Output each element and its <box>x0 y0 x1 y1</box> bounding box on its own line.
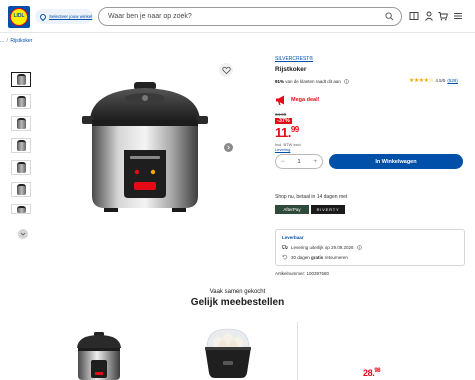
current-price: 11.99 <box>275 125 299 140</box>
vat-info: Incl. BTW excl. Levering <box>275 142 302 152</box>
breadcrumb-current[interactable]: Rijstkoker <box>10 38 32 44</box>
return-suffix: retourneren <box>324 254 348 260</box>
search-input[interactable]: Waar ben je naar op zoek? <box>98 7 402 26</box>
delivery-cost-link[interactable]: Levering <box>275 147 302 152</box>
thumbnail-scroll-down-button[interactable] <box>18 229 28 239</box>
discount-badge: -37% <box>275 118 292 124</box>
info-icon[interactable] <box>344 79 349 85</box>
menu-icon[interactable] <box>453 11 463 21</box>
related-product-egg-cooker-image[interactable] <box>201 323 255 380</box>
product-image[interactable] <box>82 78 208 218</box>
logo-text: LIDL <box>13 13 25 19</box>
account-icon[interactable] <box>424 11 434 21</box>
favorite-button[interactable] <box>219 63 233 77</box>
lidl-logo[interactable]: LIDL <box>8 6 30 28</box>
recommend-pct: 91% <box>275 79 285 84</box>
rating[interactable]: ★★★★☆ 4.5/5 (528) <box>409 77 458 84</box>
order-together-title: Gelijk meebestellen <box>190 297 285 308</box>
quantity-value[interactable]: 1 <box>297 159 300 165</box>
decrease-quantity-button[interactable]: − <box>281 159 285 165</box>
info-icon[interactable] <box>356 244 362 250</box>
riverty-logo: RIVERTY <box>311 205 345 214</box>
return-policy: 30 dagen gratis retourneren <box>282 254 348 260</box>
delivery-date-text: Levering uiterlijk op 29.09.2026 <box>291 244 354 250</box>
search-icon[interactable] <box>385 12 394 21</box>
thumbnail[interactable] <box>11 94 31 109</box>
related-product-price: 28.98 <box>363 368 381 378</box>
divider <box>297 322 298 380</box>
availability-label: Leverbaar <box>282 235 304 240</box>
heart-icon <box>221 66 231 74</box>
delivery-box: Leverbaar Levering uiterlijk op 29.09.20… <box>275 229 465 266</box>
breadcrumb-prefix[interactable]: ... <box>0 38 4 44</box>
truck-icon <box>282 245 288 250</box>
deal-label: Mega deal! <box>291 97 320 103</box>
search-placeholder: Waar ben je naar op zoek? <box>108 13 192 20</box>
thumbnail[interactable] <box>11 116 31 131</box>
quantity-stepper: − 1 + <box>275 154 323 169</box>
breadcrumb: ... / Rijstkoker <box>0 38 33 44</box>
chevron-down-icon <box>20 232 26 236</box>
return-prefix: 30 dagen <box>291 254 310 260</box>
thumbnail-list <box>11 72 33 221</box>
return-icon <box>282 254 288 260</box>
related-product-image[interactable] <box>73 330 125 380</box>
related-price-main: 28. <box>363 368 375 378</box>
increase-quantity-button[interactable]: + <box>313 159 317 165</box>
related-price-cents: 98 <box>374 368 381 374</box>
recommend-label: van de klanten raadt dit aan <box>285 79 341 84</box>
price-main: 11. <box>275 125 291 140</box>
cart-icon[interactable] <box>438 11 448 21</box>
store-label: Selecteer jouw winkel <box>49 14 93 19</box>
afterpay-logo: AfterPay <box>275 205 309 214</box>
old-price: 34.99 <box>275 112 287 117</box>
chevron-right-icon <box>227 145 230 150</box>
article-number: Artikelnummer: 100397680 <box>275 271 330 276</box>
next-image-button[interactable] <box>224 143 233 152</box>
select-store-button[interactable]: Selecteer jouw winkel <box>35 9 93 24</box>
price-cents: 99 <box>290 125 299 134</box>
rating-score: 4.5/5 <box>435 78 446 83</box>
leaflet-icon[interactable] <box>409 11 419 21</box>
thumbnail[interactable] <box>11 160 31 175</box>
brand-link[interactable]: SILVERCREST® <box>275 56 313 62</box>
top-header: LIDL Selecteer jouw winkel Waar ben je n… <box>0 0 475 33</box>
product-title: Rijstkoker <box>275 66 307 73</box>
thumbnail[interactable] <box>11 204 31 214</box>
thumbnail[interactable] <box>11 138 31 153</box>
return-bold: gratis <box>311 254 324 260</box>
bought-together-subtitle: Vaak samen gekocht <box>209 289 266 295</box>
star-rating-icon: ★★★★☆ <box>409 78 434 84</box>
thumbnail[interactable] <box>11 182 31 197</box>
delivery-date: Levering uiterlijk op 29.09.2026 <box>282 244 362 250</box>
pay-later-text: Shop nu, betaal in 14 dagen met <box>275 194 348 200</box>
megaphone-icon <box>276 95 284 105</box>
location-pin-icon <box>38 12 48 21</box>
thumbnail[interactable] <box>11 72 31 87</box>
add-to-cart-button[interactable]: In Winkelwagen <box>329 154 463 169</box>
rating-count[interactable]: (528) <box>447 78 458 83</box>
recommend-text: 91% van de klanten raadt dit aan <box>275 79 349 85</box>
